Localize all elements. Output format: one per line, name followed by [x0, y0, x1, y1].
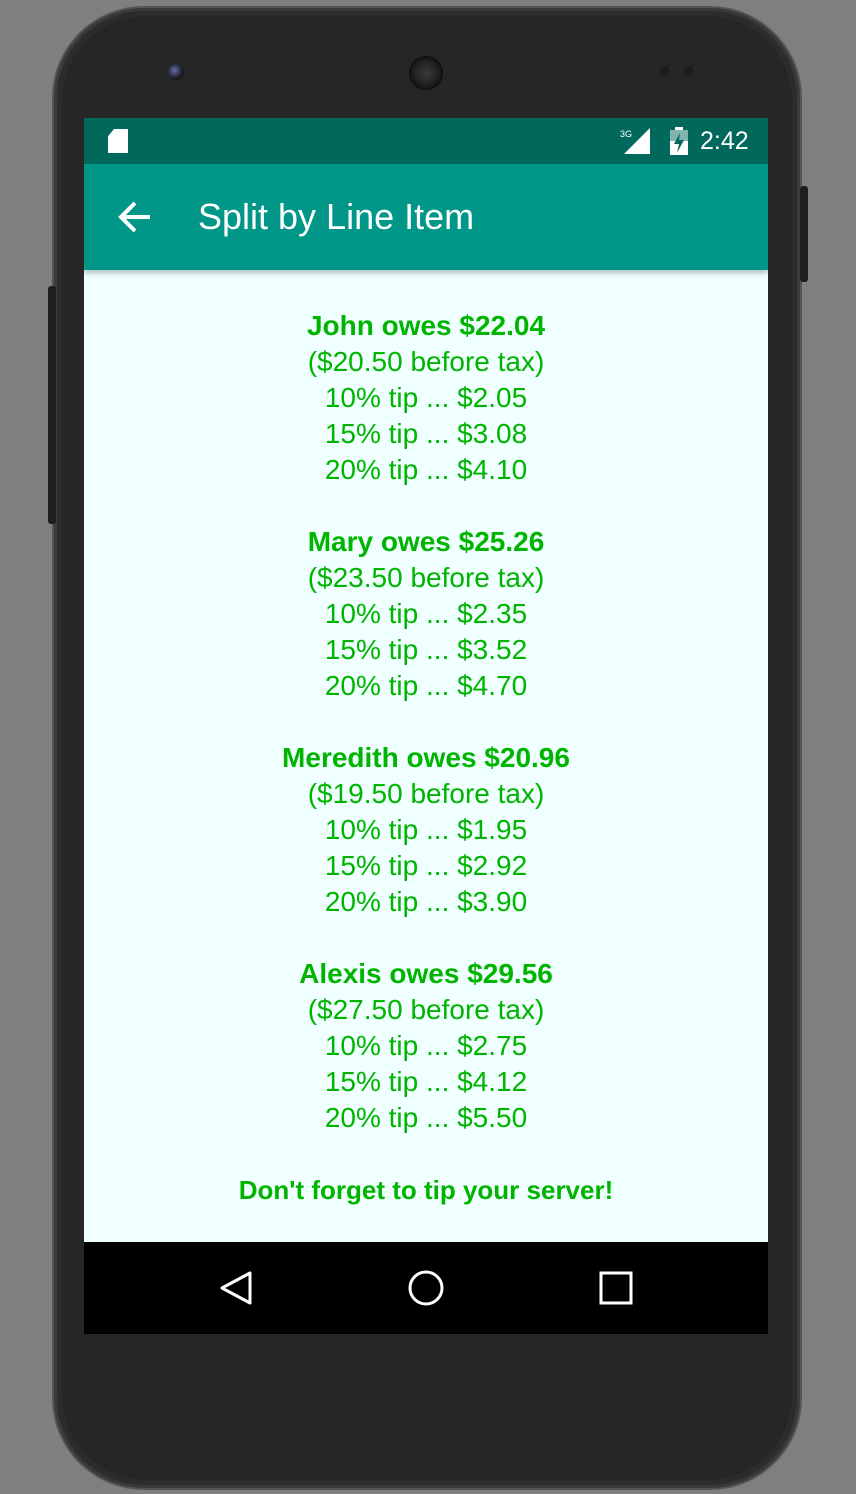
tip-15: 15% tip ... $4.12: [324, 1066, 528, 1097]
tip-10: 10% tip ... $2.35: [324, 598, 528, 629]
power-button: [48, 286, 56, 524]
earpiece-speaker: [409, 56, 443, 90]
before-tax-amount: ($23.50 before tax): [307, 562, 545, 593]
status-bar: 3G 2:42: [84, 118, 768, 164]
person-block: Alexis owes $29.56 ($27.50 before tax) 1…: [84, 956, 768, 1136]
owes-amount: Alexis owes $29.56: [299, 958, 553, 989]
proximity-sensor: [660, 66, 670, 76]
person-block: Meredith owes $20.96 ($19.50 before tax)…: [84, 740, 768, 920]
clock: 2:42: [700, 127, 749, 155]
svg-text:3G: 3G: [620, 129, 632, 139]
tip-10: 10% tip ... $2.75: [324, 1030, 528, 1061]
before-tax-amount: ($27.50 before tax): [307, 994, 545, 1025]
battery-icon: [670, 127, 688, 155]
tip-20: 20% tip ... $4.10: [324, 454, 528, 485]
tip-15: 15% tip ... $2.92: [324, 850, 528, 881]
navigation-bar: [84, 1242, 768, 1334]
person-block: Mary owes $25.26 ($23.50 before tax) 10%…: [84, 524, 768, 704]
owes-amount: Mary owes $25.26: [307, 526, 545, 557]
tip-reminder: Don't forget to tip your server!: [238, 1175, 614, 1205]
arrow-back-icon[interactable]: [116, 198, 154, 236]
before-tax-amount: ($20.50 before tax): [307, 346, 545, 377]
before-tax-amount: ($19.50 before tax): [307, 778, 545, 809]
home-circle-icon[interactable]: [406, 1268, 446, 1308]
page-title: Split by Line Item: [198, 196, 475, 237]
volume-button: [800, 186, 808, 282]
sd-card-icon: [108, 129, 128, 153]
owes-amount: Meredith owes $20.96: [282, 742, 570, 773]
back-triangle-icon[interactable]: [216, 1268, 256, 1308]
tip-10: 10% tip ... $1.95: [324, 814, 528, 845]
tip-20: 20% tip ... $4.70: [324, 670, 528, 701]
tip-15: 15% tip ... $3.52: [324, 634, 528, 665]
tip-10: 10% tip ... $2.05: [324, 382, 528, 413]
tip-20: 20% tip ... $3.90: [324, 886, 528, 917]
app-bar: Split by Line Item: [84, 164, 768, 270]
tip-20: 20% tip ... $5.50: [324, 1102, 528, 1133]
split-results: John owes $22.04 ($20.50 before tax) 10%…: [84, 308, 768, 1208]
front-camera: [168, 64, 184, 80]
owes-amount: John owes $22.04: [306, 310, 546, 341]
person-block: John owes $22.04 ($20.50 before tax) 10%…: [84, 308, 768, 488]
screen: 3G 2:42 Split by Line Item John owes $22…: [84, 118, 768, 1334]
recents-square-icon[interactable]: [596, 1268, 636, 1308]
tip-15: 15% tip ... $3.08: [324, 418, 528, 449]
signal-icon: 3G: [620, 128, 650, 154]
light-sensor: [684, 66, 694, 76]
